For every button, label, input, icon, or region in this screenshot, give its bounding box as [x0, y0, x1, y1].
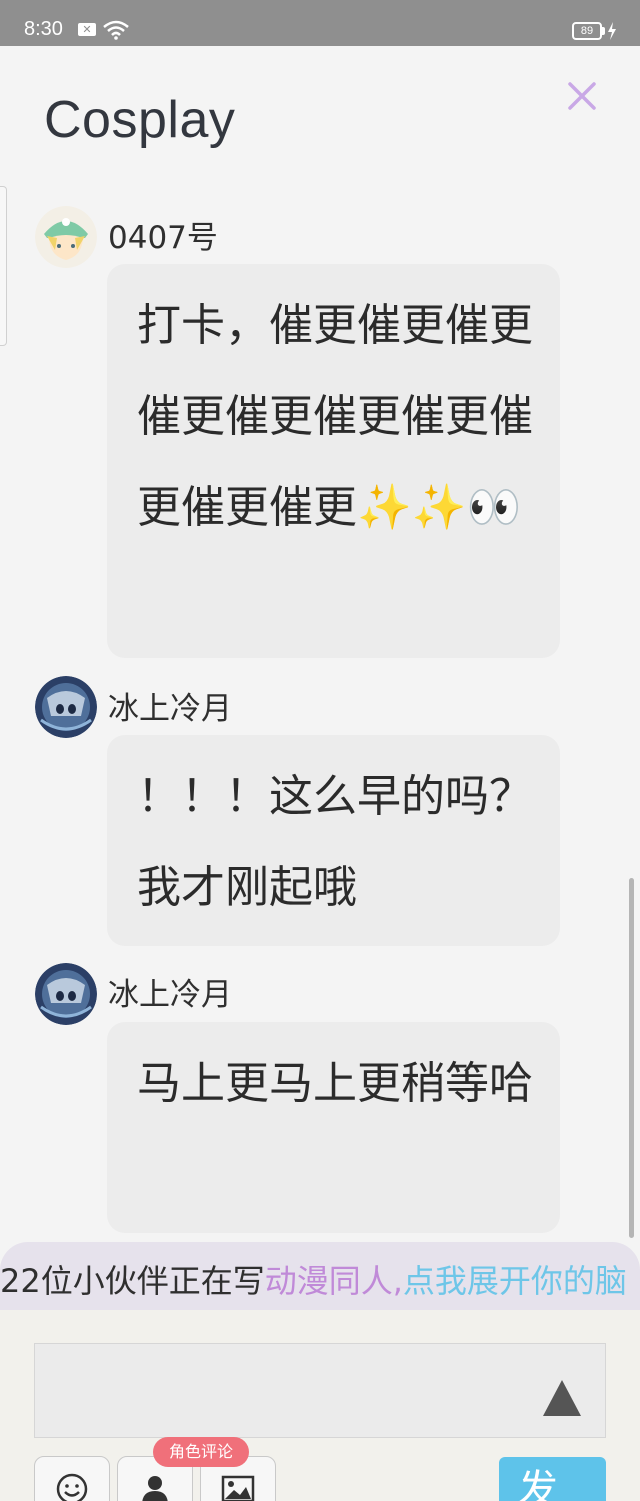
send-button[interactable]: 发 [499, 1457, 606, 1501]
status-bar: 8:30 ✕ 89 [0, 0, 640, 46]
page-title: Cosplay [44, 91, 236, 149]
ticker-part-3: 点我展开你的脑 [402, 1262, 627, 1300]
image-icon [221, 1475, 255, 1501]
ticker-text: 22位小伙伴正在写动漫同人,点我展开你的脑 [0, 1256, 627, 1302]
role-comment-badge[interactable]: 角色评论 [153, 1437, 249, 1467]
comment-text: 打卡，催更催更催更催更催更催更催更催更催更催更✨✨👀 [137, 300, 533, 533]
comment-username[interactable]: 冰上冷月 [108, 969, 232, 1014]
comment-bubble[interactable]: ！！！这么早的吗？我才刚起哦 [107, 735, 560, 946]
charging-icon [608, 22, 616, 40]
battery-icon: 89 [572, 22, 602, 40]
wifi-icon [103, 20, 129, 40]
avatar[interactable] [35, 676, 97, 738]
avatar[interactable] [35, 206, 97, 268]
scrollbar[interactable] [629, 878, 634, 1238]
ticker-part-2: 动漫同人, [264, 1262, 403, 1300]
comment-bubble[interactable]: 马上更马上更稍等哈 [107, 1022, 560, 1233]
send-triangle-icon[interactable] [542, 1377, 582, 1417]
notification-icon: ✕ [78, 23, 96, 36]
avatar[interactable] [35, 963, 97, 1025]
comment-text: ！！！这么早的吗？我才刚起哦 [137, 771, 533, 913]
status-time: 8:30 [24, 18, 63, 40]
comment-bubble[interactable]: 打卡，催更催更催更催更催更催更催更催更催更催更✨✨👀 [107, 264, 560, 658]
promo-ticker[interactable]: 22位小伙伴正在写动漫同人,点我展开你的脑 [0, 1242, 640, 1310]
comment-username[interactable]: 冰上冷月 [108, 683, 232, 728]
emoji-button[interactable] [34, 1456, 110, 1501]
emoji-icon [56, 1473, 88, 1501]
battery-tip [602, 27, 605, 35]
comment-input[interactable] [34, 1343, 606, 1438]
ticker-part-1: 22位小伙伴正在写 [0, 1262, 265, 1300]
close-icon[interactable] [563, 77, 601, 115]
battery-level: 89 [580, 25, 594, 37]
comment-text: 马上更马上更稍等哈 [137, 1058, 533, 1109]
comment-username[interactable]: 0407号 [108, 212, 218, 257]
send-label: 发 [518, 1467, 558, 1501]
side-drawer-handle[interactable] [0, 186, 7, 346]
person-icon [142, 1476, 168, 1501]
